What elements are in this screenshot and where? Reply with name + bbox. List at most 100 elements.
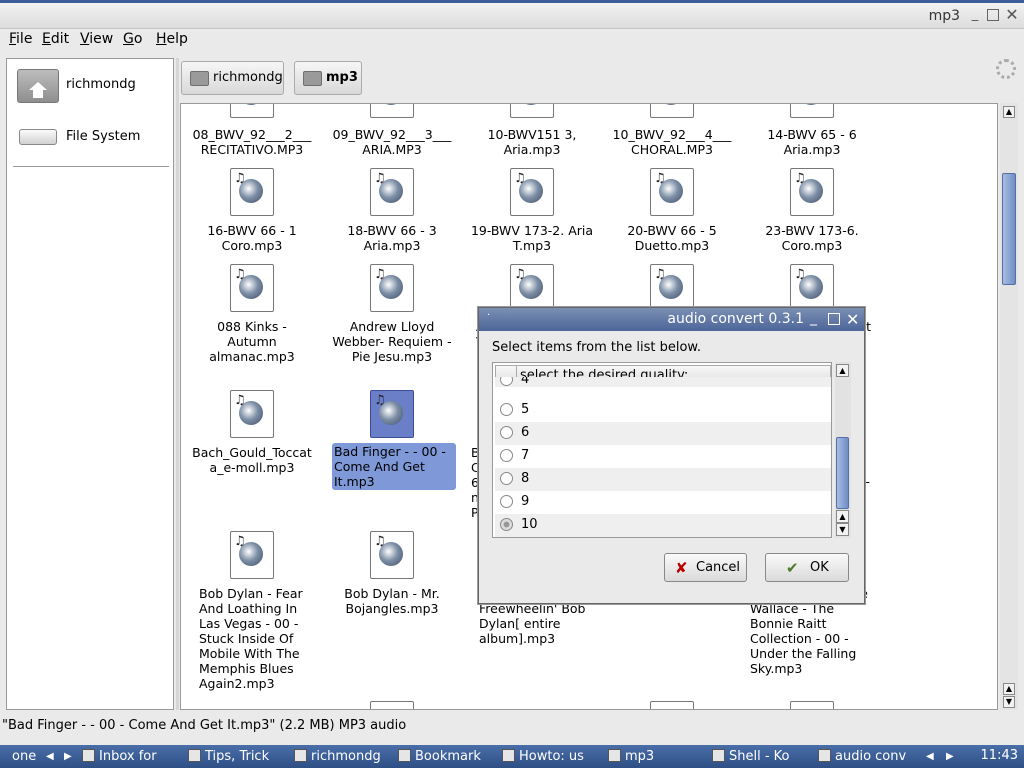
radio-button-checked[interactable] (500, 518, 513, 531)
window-titlebar[interactable]: mp3 _ ✕ (0, 0, 1024, 29)
audio-file-icon: ♫ (510, 168, 554, 216)
file-name: Bob Dylan - Fear And Loathing In Las Vegas… (199, 586, 303, 691)
scroll-thumb[interactable] (1002, 173, 1016, 285)
sidebar-item-home[interactable]: richmondg (11, 65, 171, 105)
audio-file-icon: ♫ (370, 104, 414, 118)
audio-file-icon: ♫ (790, 104, 834, 118)
scroll-up-arrow-icon[interactable]: ▲ (836, 510, 849, 523)
list-item[interactable]: 8 (495, 468, 831, 491)
file-name: 16-BWV 66 - 1 Coro.mp3 (207, 223, 297, 253)
quality-list[interactable]: select the desired quality: 4 5 6 7 8 9 (492, 362, 832, 538)
minimize-icon[interactable]: _ (810, 310, 817, 326)
file-name: 14-BWV 65 - 6 Aria.mp3 (767, 127, 857, 157)
audio-file-icon: ♫ (790, 264, 834, 312)
taskbar-item-howto[interactable]: Howto: us (502, 747, 602, 766)
list-item[interactable]: 6 (495, 422, 831, 445)
audio-file-icon (650, 701, 694, 709)
file-name: Bob Dylan - Mr. Bojangles.mp3 (344, 586, 440, 616)
file-name: Bad Finger - - 00 - Come And Get It.mp3 (332, 443, 456, 490)
audio-file-icon: ♫ (790, 168, 834, 216)
scroll-up-arrow-icon[interactable]: ▲ (1003, 106, 1015, 118)
menu-file[interactable]: File (9, 31, 32, 47)
radio-button[interactable] (500, 495, 513, 508)
menu-bar: File Edit View Go Help (0, 29, 1024, 79)
maximize-icon[interactable] (987, 9, 999, 21)
radio-button[interactable] (500, 377, 513, 386)
taskbar-item-tips[interactable]: Tips, Trick (188, 747, 290, 766)
scroll-down-arrow-icon[interactable]: ▲ (1003, 683, 1015, 695)
list-item-selected[interactable]: 10 (495, 514, 831, 537)
taskbar-scroll-left-icon[interactable]: ◀ (926, 747, 934, 766)
maximize-icon[interactable] (828, 313, 840, 325)
minimize-icon[interactable]: _ (968, 8, 982, 22)
sidebar-home-label: richmondg (66, 77, 136, 92)
option-label: 9 (521, 494, 530, 509)
list-item[interactable]: 9 (495, 491, 831, 514)
scroll-thumb[interactable] (836, 437, 849, 509)
breadcrumb-home[interactable]: richmondg (181, 61, 284, 95)
wordpress-icon (502, 749, 515, 762)
file-name: 10-BWV151 3, Aria.mp3 (487, 127, 577, 157)
radio-button[interactable] (500, 472, 513, 485)
list-scrollbar[interactable]: ▲ ▲ ▼ (835, 362, 851, 538)
audio-file-icon: ♫ (370, 531, 414, 579)
ok-button[interactable]: ✔ OK (765, 553, 849, 582)
dialog-menu-icon[interactable]: · (487, 310, 490, 321)
audio-file-icon: ♫ (230, 264, 274, 312)
mail-icon (82, 749, 95, 762)
taskbar-scroll-right-icon[interactable]: ▶ (64, 747, 72, 766)
list-item[interactable]: 5 (495, 399, 831, 422)
option-label: 6 (521, 425, 530, 440)
file-name: 08_BWV_92___2___ RECITATIVO.MP3 (192, 127, 312, 157)
taskbar-item-mail[interactable]: Inbox for (82, 747, 182, 766)
option-label: 5 (521, 402, 530, 417)
ok-check-icon: ✔ (786, 559, 799, 577)
cancel-x-icon: ✘ (675, 559, 688, 577)
option-label: 7 (521, 448, 530, 463)
audio-file-icon: ♫ (650, 168, 694, 216)
audio-file-icon (370, 701, 414, 709)
content-scrollbar[interactable]: ▲ ▲ ▼ (1000, 103, 1018, 710)
taskbar-item-shell[interactable]: Shell - Ko (712, 747, 812, 766)
breadcrumb-home-label: richmondg (213, 70, 283, 85)
ok-label: OK (810, 560, 829, 575)
close-icon[interactable]: ✕ (846, 310, 859, 329)
scroll-down-arrow-icon[interactable]: ▼ (836, 523, 849, 536)
taskbar-item-bookmark[interactable]: Bookmark (398, 747, 498, 766)
menu-edit[interactable]: Edit (42, 31, 69, 47)
radio-button[interactable] (500, 426, 513, 439)
pane-resize-handle[interactable] (176, 58, 179, 710)
menu-view[interactable]: View (80, 31, 113, 47)
taskbar-item-audioconv[interactable]: audio conv (818, 747, 918, 766)
taskbar-item-folder[interactable]: richmondg (294, 747, 394, 766)
audio-file-icon: ♫ (230, 390, 274, 438)
audio-file-icon: ♫ (650, 104, 694, 118)
taskbar-scroll-left-icon[interactable]: ◀ (46, 747, 54, 766)
cancel-button[interactable]: ✘ Cancel (664, 553, 747, 582)
close-icon[interactable]: ✕ (1005, 7, 1019, 23)
breadcrumb-current[interactable]: mp3 (294, 61, 362, 95)
folder-icon (303, 71, 322, 86)
breadcrumb-current-label: mp3 (326, 70, 358, 85)
radio-button[interactable] (500, 403, 513, 416)
list-item[interactable]: 7 (495, 445, 831, 468)
file-name: 10_BWV_92___4___ CHORAL.MP3 (612, 127, 732, 157)
radio-button[interactable] (500, 449, 513, 462)
option-label: 10 (521, 517, 538, 532)
menu-go[interactable]: Go (123, 31, 142, 47)
taskbar-scroll-right-icon[interactable]: ▶ (946, 747, 954, 766)
scroll-up-arrow-icon[interactable]: ▲ (836, 364, 849, 377)
audio-file-icon (790, 701, 834, 709)
menu-help[interactable]: Help (156, 31, 188, 47)
taskbar-item[interactable]: one (12, 747, 42, 766)
sidebar-item-filesystem[interactable]: File System (11, 117, 171, 157)
terminal-icon (712, 749, 725, 762)
taskbar-item-mp3[interactable]: mp3 (608, 747, 708, 766)
folder-icon (294, 749, 307, 762)
scroll-down-arrow-icon[interactable]: ▼ (1003, 696, 1015, 708)
audio-file-icon: ♫ (370, 168, 414, 216)
audio-file-icon: ♫ (370, 390, 414, 438)
list-item[interactable]: 4 (495, 377, 831, 387)
sidebar-divider (13, 166, 169, 167)
dialog-titlebar[interactable]: · audio convert 0.3.1 _ ✕ (479, 308, 864, 331)
